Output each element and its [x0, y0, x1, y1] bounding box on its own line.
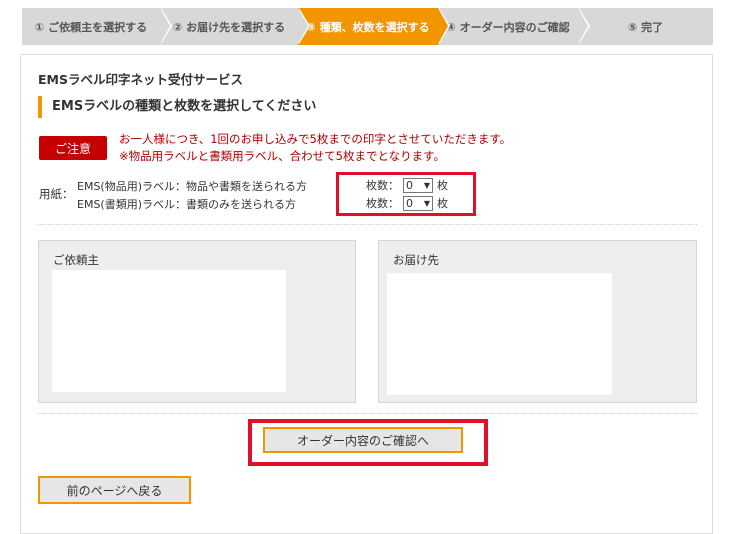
label-type-documents: EMS(書類用)ラベル：書類のみを送られる方	[77, 198, 297, 211]
step-3-label: ③ 種類、枚数を選択する	[306, 20, 430, 34]
notice-badge: ご注意	[39, 136, 107, 160]
recipient-title: お届け先	[393, 253, 439, 267]
sender-content	[52, 270, 286, 392]
step-3-current: ③ 種類、枚数を選択する	[298, 8, 450, 45]
back-button[interactable]: 前のページへ戻る	[38, 476, 191, 504]
recipient-box: お届け先	[378, 240, 697, 403]
notice-text: お一人様につき、1回のお申し込みで5枚までの印字とさせていただきます。 ※物品用…	[119, 131, 511, 165]
recipient-content	[387, 273, 612, 395]
section-heading: EMSラベルの種類と枚数を選択してください	[38, 96, 316, 118]
divider	[38, 224, 697, 225]
paper-label: 用紙：	[39, 187, 74, 201]
step-2: ② お届け先を選択する	[160, 8, 310, 45]
notice-line-1: お一人様につき、1回のお申し込みで5枚までの印字とさせていただきます。	[119, 132, 512, 146]
step-4: ④ オーダー内容のご確認	[438, 8, 590, 45]
step-1: ① ご依頼主を選択する	[22, 8, 172, 45]
step-4-label: ④ オーダー内容のご確認	[446, 20, 570, 34]
notice-line-2: ※物品用ラベルと書類用ラベル、合わせて5枚までとなります。	[119, 149, 445, 163]
service-title: EMSラベル印字ネット受付サービス	[38, 72, 243, 87]
label-type-goods: EMS(物品用)ラベル：物品や書類を送られる方	[77, 180, 308, 193]
sender-box: ご依頼主	[38, 240, 356, 403]
divider	[38, 413, 697, 414]
step-1-label: ① ご依頼主を選択する	[34, 20, 148, 34]
sender-title: ご依頼主	[53, 253, 99, 267]
step-2-label: ② お届け先を選択する	[172, 20, 286, 34]
step-progress-bar: ① ご依頼主を選択する ② お届け先を選択する ③ 種類、枚数を選択する ④ オ…	[22, 8, 713, 45]
confirm-order-button[interactable]: オーダー内容のご確認へ	[263, 427, 463, 453]
step-5-label: ⑤ 完了	[627, 20, 664, 34]
quantity-highlight-box	[336, 172, 476, 216]
step-5: ⑤ 完了	[578, 8, 713, 45]
